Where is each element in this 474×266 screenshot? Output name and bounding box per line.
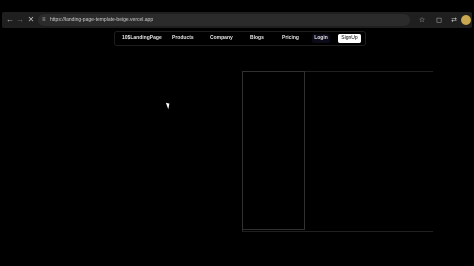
site-settings-icon[interactable]: ≡ <box>42 17 48 23</box>
side-panel <box>242 71 305 230</box>
browser-toolbar: ← → ✕ ≡ https://landing-page-template-be… <box>2 12 472 28</box>
brand-logo[interactable]: 10$LandingPage <box>122 32 162 45</box>
profile-switch-icon[interactable]: ⇄ <box>448 14 460 26</box>
nav-products[interactable]: Products <box>172 32 194 45</box>
nav-company[interactable]: Company <box>210 32 233 45</box>
mouse-cursor <box>165 101 172 110</box>
nav-blogs[interactable]: Blogs <box>250 32 264 45</box>
close-icon[interactable]: ✕ <box>25 14 37 26</box>
login-button[interactable]: Login <box>312 34 330 43</box>
url-text: https://landing-page-template-beige.verc… <box>50 17 154 23</box>
star-icon[interactable]: ☆ <box>416 14 428 26</box>
extensions-icon[interactable]: ◻ <box>433 14 445 26</box>
signup-button[interactable]: SignUp <box>338 34 361 43</box>
nav-pricing[interactable]: Pricing <box>282 32 299 45</box>
address-bar[interactable]: ≡ https://landing-page-template-beige.ve… <box>38 14 410 26</box>
avatar[interactable] <box>461 15 471 25</box>
site-navbar: 10$LandingPage Products Company Blogs Pr… <box>114 31 366 46</box>
